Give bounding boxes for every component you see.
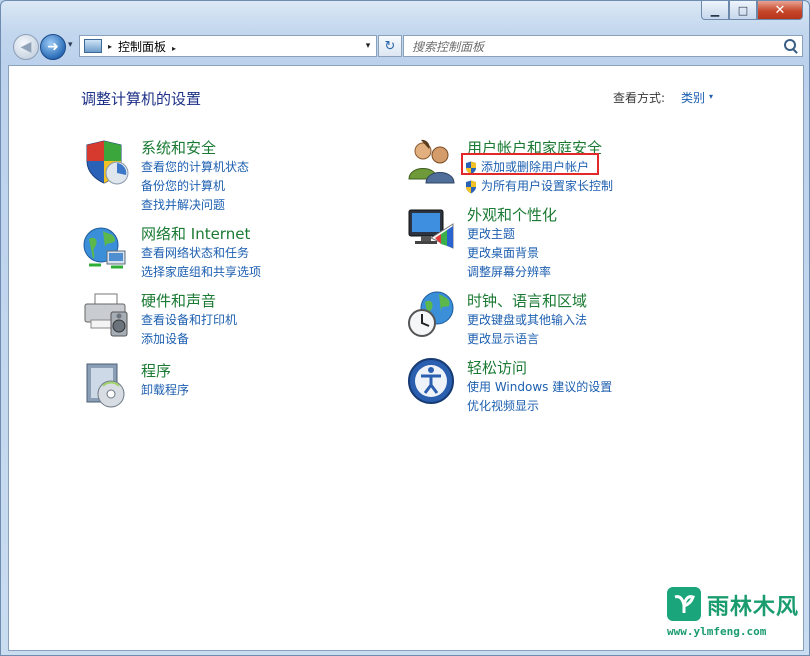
address-dropdown-button[interactable]: ▾ <box>360 41 376 51</box>
category-title-network-internet[interactable]: 网络和 Internet <box>141 223 250 244</box>
shield-icon[interactable] <box>81 137 131 187</box>
breadcrumb-control-panel[interactable]: 控制面板 ▸ <box>118 38 360 55</box>
chevron-down-icon[interactable]: ▾ <box>709 92 713 101</box>
ease-of-access-icon[interactable] <box>407 357 457 407</box>
link-view-computer-status[interactable]: 查看您的计算机状态 <box>141 158 249 177</box>
highlight-box <box>461 153 599 175</box>
page-title: 调整计算机的设置 <box>81 90 202 108</box>
link-change-desktop-background[interactable]: 更改桌面背景 <box>467 244 551 263</box>
network-globe-icon[interactable] <box>81 223 131 273</box>
category-title-hardware-sound[interactable]: 硬件和声音 <box>141 290 216 311</box>
maximize-button[interactable]: □ <box>729 1 757 20</box>
users-icon[interactable] <box>407 137 457 187</box>
uac-shield-icon <box>466 180 476 193</box>
programs-disc-icon[interactable] <box>81 360 131 410</box>
link-change-theme[interactable]: 更改主题 <box>467 225 551 244</box>
content-pane: 调整计算机的设置 查看方式: 类别 ▾ 系统和安全 查看您的计算机状态 备份您的… <box>8 65 804 651</box>
link-parental-controls[interactable]: 为所有用户设置家长控制 <box>481 177 613 196</box>
minimize-button[interactable]: ▁ <box>701 1 729 20</box>
control-panel-icon <box>84 39 102 53</box>
watermark-name: 雨林木风 <box>707 595 800 620</box>
link-change-input-methods[interactable]: 更改键盘或其他输入法 <box>467 311 587 330</box>
breadcrumb-separator[interactable]: ▸ <box>108 42 112 51</box>
link-backup-computer[interactable]: 备份您的计算机 <box>141 177 249 196</box>
watermark-logo <box>667 587 701 621</box>
link-optimize-video-display[interactable]: 优化视频显示 <box>467 397 612 416</box>
category-title-clock-language-region[interactable]: 时钟、语言和区域 <box>467 290 587 311</box>
category-title-ease-of-access[interactable]: 轻松访问 <box>467 357 527 378</box>
breadcrumb-label: 控制面板 <box>118 39 167 54</box>
link-adjust-resolution[interactable]: 调整屏幕分辨率 <box>467 263 551 282</box>
link-add-device[interactable]: 添加设备 <box>141 330 237 349</box>
watermark-url: www.ylmfeng.com <box>667 625 767 638</box>
search-icon[interactable] <box>784 39 796 51</box>
control-panel-window: ▁ □ ✕ ◀ ➜ ▾ ▸ 控制面板 ▸ ▾ ↻ 调整计算机的设置 查看方式: 类… <box>0 0 810 656</box>
view-by-label: 查看方式: <box>613 91 666 105</box>
link-homegroup-sharing[interactable]: 选择家庭组和共享选项 <box>141 263 261 282</box>
address-bar[interactable]: ▸ 控制面板 ▸ ▾ <box>79 35 377 57</box>
link-windows-recommended-settings[interactable]: 使用 Windows 建议的设置 <box>467 378 612 397</box>
link-change-display-language[interactable]: 更改显示语言 <box>467 330 587 349</box>
forward-button[interactable]: ➜ <box>40 34 66 60</box>
link-uninstall-program[interactable]: 卸载程序 <box>141 381 189 400</box>
breadcrumb-trailing-separator[interactable]: ▸ <box>172 44 176 53</box>
recent-pages-dropdown[interactable]: ▾ <box>68 40 73 50</box>
caption-buttons: ▁ □ ✕ <box>701 1 803 20</box>
back-button[interactable]: ◀ <box>13 34 39 60</box>
clock-globe-icon[interactable] <box>407 290 457 340</box>
category-title-appearance[interactable]: 外观和个性化 <box>467 204 557 225</box>
search-input[interactable] <box>404 38 772 56</box>
watermark: 雨林木风 www.ylmfeng.com <box>663 583 803 643</box>
navigation-bar: ◀ ➜ ▾ ▸ 控制面板 ▸ ▾ ↻ <box>9 32 803 60</box>
monitor-palette-icon[interactable] <box>407 204 457 254</box>
search-box[interactable] <box>403 35 803 57</box>
printer-speaker-icon[interactable] <box>81 290 131 340</box>
refresh-button[interactable]: ↻ <box>378 35 402 57</box>
link-network-status[interactable]: 查看网络状态和任务 <box>141 244 261 263</box>
view-by-dropdown[interactable]: 类别 <box>681 89 705 106</box>
category-title-system-security[interactable]: 系统和安全 <box>141 137 216 158</box>
link-devices-printers[interactable]: 查看设备和打印机 <box>141 311 237 330</box>
link-troubleshoot[interactable]: 查找并解决问题 <box>141 196 249 215</box>
category-title-programs[interactable]: 程序 <box>141 360 171 381</box>
close-button[interactable]: ✕ <box>757 1 803 20</box>
